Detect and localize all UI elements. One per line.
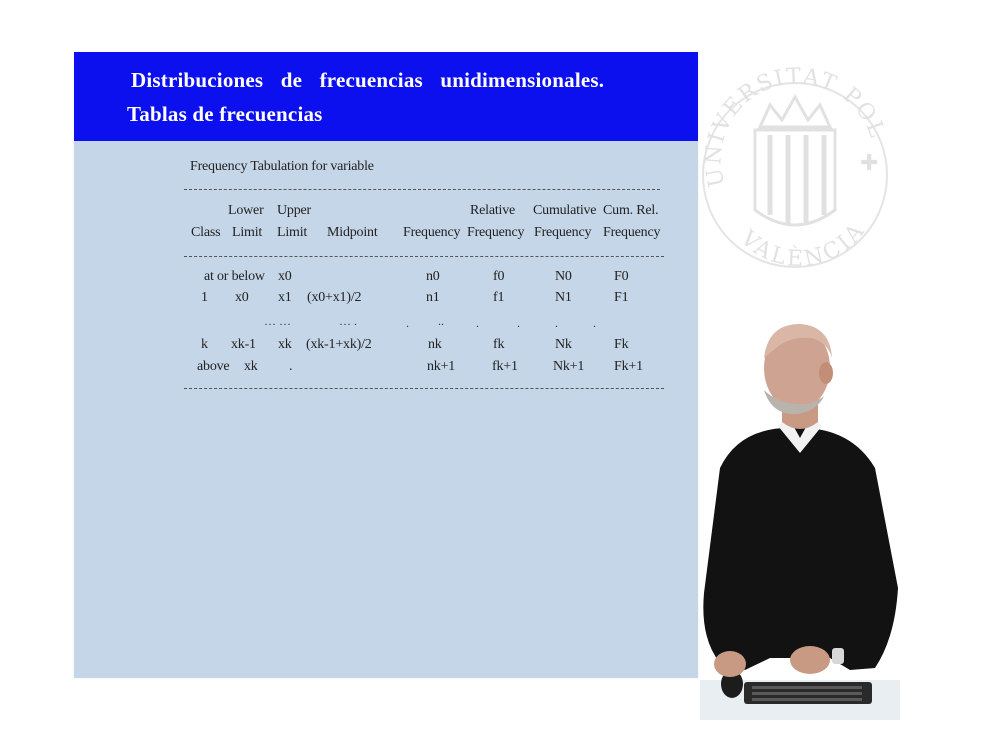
row0-cum: N0 [555,269,572,284]
row0-upper: x0 [278,269,292,284]
ellipsis-e: . [476,316,479,330]
header-lower: Lower [228,203,264,218]
row0-cumrel: F0 [614,269,629,284]
row3-rel: fk+1 [492,359,518,374]
row1-lower: x0 [235,290,249,305]
header-limit-upper: Limit [277,225,308,240]
row1-midpoint: (x0+x1)/2 [307,290,362,305]
row3-class: above [197,359,230,374]
slide-title-line1: Distribuciones de frecuencias unidimensi… [131,68,605,92]
header-cumulative: Cumulative [533,203,597,218]
row3-freq: nk+1 [427,359,456,374]
row3-cum: Nk+1 [553,359,585,374]
header-relative: Relative [470,203,516,218]
row2-class: k [201,337,208,352]
svg-text:✚: ✚ [860,151,878,176]
slide: Distribuciones de frecuencias unidimensi… [74,52,698,678]
header-upper: Upper [277,203,311,218]
row1-cumrel: F1 [614,290,629,305]
row2-cum: Nk [555,337,572,352]
presenter-video [700,324,900,720]
row1-freq: n1 [426,290,440,305]
header-cum-frequency: Frequency [534,225,592,240]
table-divider-bottom [184,388,664,389]
ellipsis-g: . [555,316,558,330]
ellipsis-f: . [517,316,520,330]
row0-freq: n0 [426,269,440,284]
row2-freq: nk [428,337,442,352]
header-limit-lower: Limit [232,225,263,240]
row2-upper: xk [278,337,292,352]
row2-lower: xk-1 [231,337,256,352]
row2-midpoint: (xk-1+xk)/2 [306,337,372,352]
row2-cumrel: Fk [614,337,629,352]
row0-class: at or below [204,269,265,284]
row3-lower: xk [244,359,258,374]
row0-rel: f0 [493,269,505,284]
header-midpoint: Midpoint [327,225,378,240]
header-cumrel: Cum. Rel. [603,203,659,218]
row2-rel: fk [493,337,505,352]
header-frequency: Frequency [403,225,461,240]
row3-upper: . [289,359,293,374]
ellipsis-d: .. [438,314,444,328]
ellipsis-b: … . [339,314,357,328]
header-class: Class [191,225,221,240]
table-caption: Frequency Tabulation for variable [190,159,374,174]
slide-title-line2: Tablas de frecuencias [127,102,323,126]
ellipsis-a: … … [264,314,291,328]
row1-cum: N1 [555,290,572,305]
slide-header: Distribuciones de frecuencias unidimensi… [74,52,698,141]
row3-cumrel: Fk+1 [614,359,643,374]
university-seal-watermark: UNIVERSITAT POLITÈCNICA VALÈNCIA ✚ [700,35,888,272]
header-rel-frequency: Frequency [467,225,525,240]
ellipsis-h: . [593,316,596,330]
ellipsis-c: . [406,316,409,330]
table-divider-top [184,189,660,190]
row1-upper: x1 [278,290,292,305]
header-cumrel-frequency: Frequency [603,225,661,240]
row1-rel: f1 [493,290,505,305]
row1-class: 1 [201,290,208,305]
table-divider-header [184,256,664,257]
